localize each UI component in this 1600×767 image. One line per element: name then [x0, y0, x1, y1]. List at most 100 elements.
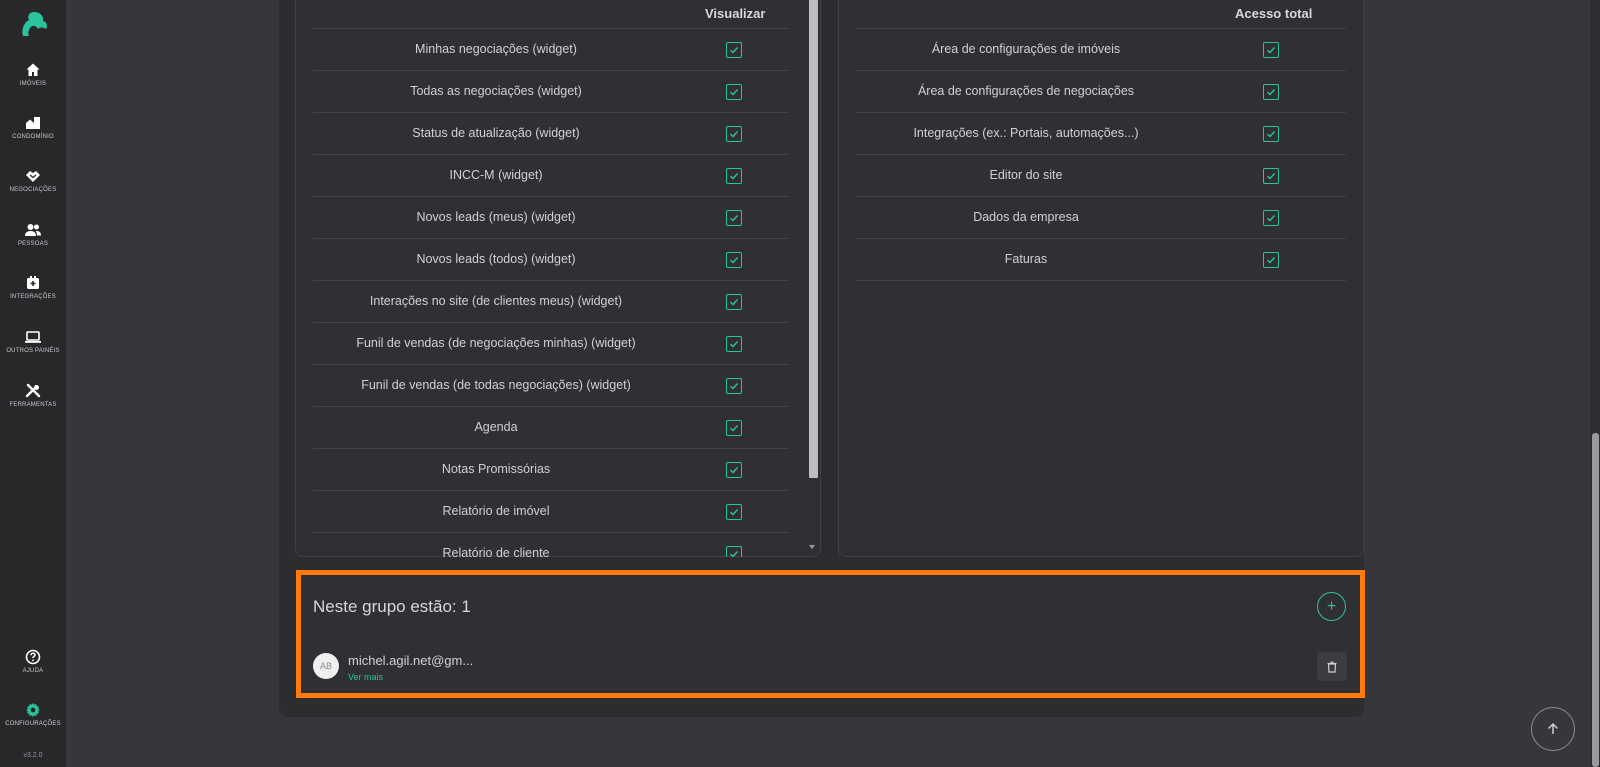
check-icon: [1267, 89, 1276, 96]
permission-label: Funil de vendas (de todas negociações) (…: [361, 378, 631, 392]
check-icon: [730, 47, 739, 54]
sidebar-item-label: CONDOMÍNIO: [12, 134, 54, 140]
check-icon: [730, 89, 739, 96]
permission-label: Todas as negociações (widget): [410, 84, 582, 98]
permission-checkbox[interactable]: [726, 252, 742, 268]
permission-label: Interações no site (de clientes meus) (w…: [369, 294, 623, 308]
check-icon: [1267, 173, 1276, 180]
permission-checkbox[interactable]: [1263, 126, 1279, 142]
permission-row: Dados da empresa: [856, 197, 1346, 239]
check-icon: [730, 341, 739, 348]
sidebar: IMÓVEIS CONDOMÍNIO NEGOCIAÇÕES PESSOAS I…: [0, 0, 66, 767]
permission-checkbox[interactable]: [1263, 168, 1279, 184]
member-see-more-link[interactable]: Ver mais: [348, 672, 383, 682]
permission-checkbox[interactable]: [726, 210, 742, 226]
sidebar-item-configuracoes[interactable]: CONFIGURAÇÕES: [0, 702, 66, 727]
sidebar-item-label: INTEGRAÇÕES: [10, 294, 56, 300]
permission-row: Funil de vendas (de todas negociações) (…: [313, 365, 789, 407]
permission-checkbox[interactable]: [726, 294, 742, 310]
permission-row: Agenda: [313, 407, 789, 449]
page-scrollbar-thumb[interactable]: [1592, 433, 1599, 767]
check-icon: [1267, 47, 1276, 54]
plus-icon: +: [1326, 597, 1337, 615]
sidebar-item-label: IMÓVEIS: [19, 81, 47, 87]
permission-row: Minhas negociações (widget): [313, 29, 789, 71]
permission-row: Área de configurações de negociações: [856, 71, 1346, 113]
home-icon: [26, 63, 40, 76]
check-icon: [730, 215, 739, 222]
permission-checkbox[interactable]: [726, 126, 742, 142]
permission-checkbox[interactable]: [726, 378, 742, 394]
permission-checkbox[interactable]: [726, 462, 742, 478]
permission-row: Funil de vendas (de negociações minhas) …: [313, 323, 789, 365]
permission-label: Área de configurações de negociações: [917, 84, 1135, 98]
group-members-section: [296, 570, 1365, 698]
permission-checkbox[interactable]: [1263, 84, 1279, 100]
permission-checkbox[interactable]: [1263, 252, 1279, 268]
permission-row: INCC-M (widget): [313, 155, 789, 197]
permission-label: Status de atualização (widget): [412, 126, 580, 140]
check-icon: [730, 509, 739, 516]
back-to-top-button[interactable]: [1531, 707, 1575, 751]
permission-row: Integrações (ex.: Portais, automações...…: [856, 113, 1346, 155]
logo-icon[interactable]: [17, 10, 49, 38]
permission-checkbox[interactable]: [726, 546, 742, 557]
permission-row: Status de atualização (widget): [313, 113, 789, 155]
permission-checkbox[interactable]: [726, 504, 742, 520]
scroll-down-arrow-icon[interactable]: [809, 545, 815, 549]
sidebar-item-integracoes[interactable]: INTEGRAÇÕES: [0, 275, 66, 300]
permission-checkbox[interactable]: [726, 84, 742, 100]
permission-label: Relatório de imóvel: [442, 504, 550, 518]
check-icon: [730, 383, 739, 390]
sidebar-item-pessoas[interactable]: PESSOAS: [0, 222, 66, 247]
sidebar-item-ajuda[interactable]: AJUDA: [0, 649, 66, 674]
permission-row: Notas Promissórias: [313, 449, 789, 491]
integrations-icon: [27, 276, 39, 289]
permission-label: Área de configurações de imóveis: [931, 42, 1121, 56]
permission-row: Faturas: [856, 239, 1346, 281]
member-email: michel.agil.net@gm...: [348, 653, 474, 668]
permission-label: Notas Promissórias: [441, 462, 551, 476]
permission-label: Integrações (ex.: Portais, automações...…: [913, 126, 1139, 140]
sidebar-item-label: NEGOCIAÇÕES: [9, 187, 57, 193]
tools-icon: [25, 383, 41, 398]
sidebar-item-condominio[interactable]: CONDOMÍNIO: [0, 115, 66, 140]
people-icon: [25, 224, 41, 236]
check-icon: [730, 299, 739, 306]
permission-checkbox[interactable]: [726, 168, 742, 184]
permission-row: Todas as negociações (widget): [313, 71, 789, 113]
building-icon: [26, 117, 40, 129]
permission-checkbox[interactable]: [726, 336, 742, 352]
sidebar-item-outros-paineis[interactable]: OUTROS PAINÉIS: [0, 329, 66, 354]
permission-checkbox[interactable]: [726, 420, 742, 436]
check-icon: [730, 467, 739, 474]
sidebar-item-label: AJUDA: [22, 668, 44, 674]
add-member-button[interactable]: +: [1317, 592, 1346, 621]
permission-row: Relatório de cliente: [313, 533, 789, 557]
group-members-title: Neste grupo estão: 1: [313, 597, 471, 616]
permission-label: Relatório de cliente: [442, 546, 550, 557]
permission-row: Relatório de imóvel: [313, 491, 789, 533]
permission-label: Agenda: [474, 420, 518, 434]
sidebar-item-imoveis[interactable]: IMÓVEIS: [0, 62, 66, 87]
permission-checkbox[interactable]: [1263, 210, 1279, 226]
check-icon: [730, 131, 739, 138]
sidebar-item-negociacoes[interactable]: NEGOCIAÇÕES: [0, 168, 66, 193]
card-scrollbar-thumb[interactable]: [809, 0, 818, 478]
permission-label: Minhas negociações (widget): [415, 42, 577, 56]
avatar: AB: [313, 653, 339, 679]
permission-label: INCC-M (widget): [449, 168, 543, 182]
sidebar-item-label: PESSOAS: [17, 241, 49, 247]
permission-checkbox[interactable]: [1263, 42, 1279, 58]
sidebar-item-ferramentas[interactable]: FERRAMENTAS: [0, 383, 66, 408]
column-header-acesso-total: Acesso total: [1235, 6, 1313, 21]
app-version: v3.2.0: [23, 752, 43, 759]
remove-member-button[interactable]: [1317, 652, 1347, 681]
permission-label: Funil de vendas (de negociações minhas) …: [356, 336, 636, 350]
permission-row: Interações no site (de clientes meus) (w…: [313, 281, 789, 323]
permission-row: Novos leads (meus) (widget): [313, 197, 789, 239]
check-icon: [1267, 215, 1276, 222]
sidebar-item-label: FERRAMENTAS: [9, 402, 57, 408]
trash-icon: [1327, 661, 1337, 673]
permission-checkbox[interactable]: [726, 42, 742, 58]
